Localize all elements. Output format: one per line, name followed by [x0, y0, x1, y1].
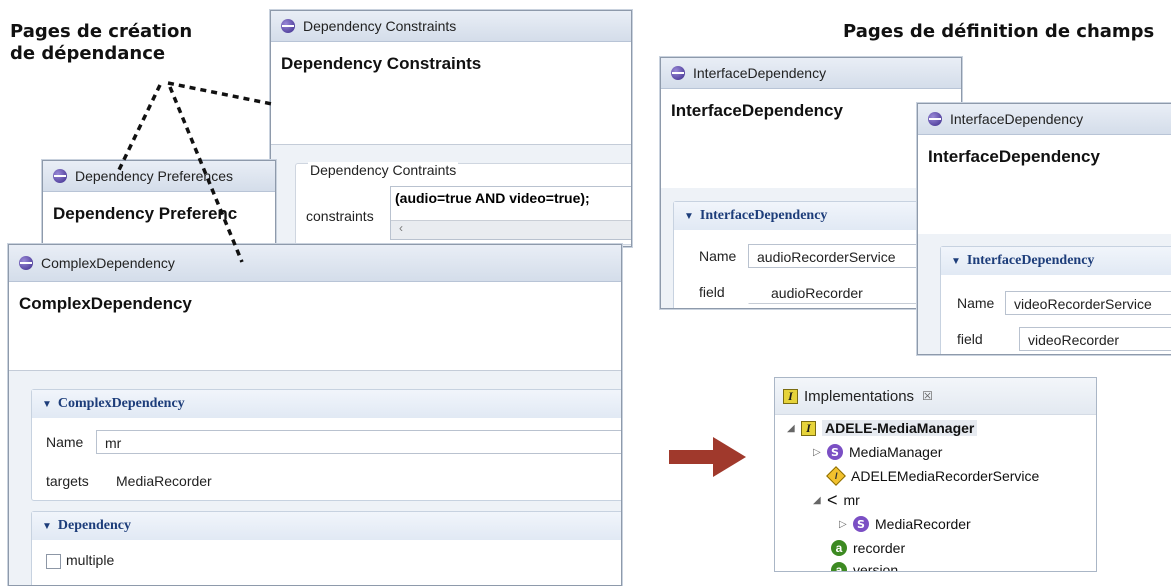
attribute-icon: a [831, 562, 847, 571]
caption-creation-pages: Pages de création de dépendance [10, 21, 193, 64]
section-header[interactable]: ▼ ComplexDependency [32, 390, 621, 418]
name-label: Name [957, 295, 995, 311]
page-title: ComplexDependency [19, 294, 192, 313]
collapse-triangle-icon[interactable]: ▼ [42, 521, 52, 532]
dependency-icon: < [827, 490, 838, 510]
collapsed-arrow-icon[interactable]: ▷ [839, 519, 853, 530]
interface-dependency-window-2: InterfaceDependency InterfaceDependency … [917, 103, 1171, 355]
tab-label: InterfaceDependency [693, 65, 827, 81]
pointer-line-preferences [116, 84, 162, 173]
eclipse-form-icon [19, 256, 33, 270]
field-input[interactable]: videoRecorder [1019, 327, 1171, 351]
tree-item-mediamanager[interactable]: ▷ S MediaManager [813, 444, 942, 460]
close-icon[interactable]: ☒ [922, 389, 933, 403]
group-label: Dependency Contraints [308, 162, 459, 178]
horizontal-scrollbar[interactable]: ‹ [391, 220, 631, 239]
interface-icon: I [826, 466, 846, 486]
interface-dependency-tab[interactable]: InterfaceDependency [661, 58, 961, 89]
page-title: InterfaceDependency [671, 101, 843, 120]
collapse-triangle-icon[interactable]: ▼ [42, 399, 52, 410]
interface-dependency-tab[interactable]: InterfaceDependency [918, 104, 1171, 135]
tree-item-adele-mediamanager[interactable]: ◢ I ADELE-MediaManager [787, 420, 978, 436]
field-label: field [699, 284, 725, 300]
targets-value[interactable]: MediaRecorder [116, 473, 212, 489]
name-label: Name [46, 434, 84, 450]
expanded-arrow-icon[interactable]: ◢ [813, 495, 827, 506]
field-label: field [957, 331, 983, 347]
tree-item-recorder[interactable]: a recorder [831, 540, 905, 556]
tree-item-label: version [853, 562, 899, 572]
complex-dependency-section: ▼ ComplexDependency Name mr targets Media… [31, 389, 621, 501]
interface-dependency-section: ▼ InterfaceDependency Name videoRecorderS… [940, 246, 1171, 354]
multiple-checkbox[interactable] [46, 554, 61, 569]
name-input[interactable]: videoRecorderService [1005, 291, 1171, 315]
tree-item-version[interactable]: a version [831, 562, 899, 572]
tree-item-mr[interactable]: ◢ < mr [813, 490, 860, 510]
name-label: Name [699, 248, 737, 264]
specification-icon: S [827, 444, 843, 460]
tab-label: ComplexDependency [41, 255, 175, 271]
constraints-label: constraints [306, 208, 374, 224]
complex-dependency-tab[interactable]: ComplexDependency [9, 245, 621, 282]
implementations-tab[interactable]: I Implementations ☒ [775, 378, 1096, 415]
eclipse-form-icon [928, 112, 942, 126]
eclipse-form-icon [281, 19, 295, 33]
collapsed-arrow-icon[interactable]: ▷ [813, 447, 827, 458]
collapse-triangle-icon[interactable]: ▼ [951, 256, 961, 267]
page-title: InterfaceDependency [928, 147, 1100, 166]
eclipse-form-icon [671, 66, 685, 80]
tree-item-label: mr [843, 492, 860, 508]
transition-arrow-icon [669, 437, 746, 477]
tree-item-label: recorder [853, 540, 906, 556]
name-input[interactable]: mr [96, 430, 621, 454]
scroll-left-arrow-icon[interactable]: ‹ [399, 221, 403, 235]
tree-item-adelemediarecorderservice[interactable]: I ADELEMediaRecorderService [826, 466, 1040, 486]
section-title: Dependency [57, 518, 132, 533]
expanded-arrow-icon[interactable]: ◢ [787, 423, 801, 434]
multiple-label: multiple [66, 552, 115, 568]
implementation-icon: I [783, 388, 798, 404]
tree-item-label: MediaManager [849, 444, 943, 460]
section-header[interactable]: ▼ InterfaceDependency [941, 247, 1171, 275]
attribute-icon: a [831, 540, 847, 556]
tab-label: Dependency Preferences [75, 168, 233, 184]
dependency-constraints-tab[interactable]: Dependency Constraints [271, 11, 631, 42]
tree-item-label: ADELE-MediaManager [822, 420, 978, 436]
section-title: InterfaceDependency [966, 253, 1095, 268]
tree-item-label: MediaRecorder [875, 516, 971, 532]
page-title: Dependency Preferenc [53, 204, 238, 223]
constraints-value: (audio=true AND video=true); [395, 190, 590, 206]
complex-dependency-window: ComplexDependency ComplexDependency ▼ Com… [8, 244, 622, 586]
tree-item-mediarecorder[interactable]: ▷ S MediaRecorder [839, 516, 971, 532]
collapse-triangle-icon[interactable]: ▼ [684, 211, 694, 222]
dependency-preferences-tab[interactable]: Dependency Preferences [43, 161, 275, 192]
pointer-line-constraints [167, 81, 273, 106]
section-title: InterfaceDependency [699, 208, 828, 223]
implementations-view: I Implementations ☒ ◢ I ADELE-MediaManag… [774, 377, 1097, 572]
constraints-group: Dependency Contraints constraints (audio… [295, 162, 631, 245]
section-header[interactable]: ▼ Dependency [32, 512, 621, 540]
constraints-input[interactable]: (audio=true AND video=true); ‹ [390, 186, 631, 240]
page-title: Dependency Constraints [281, 54, 482, 73]
dependency-constraints-window: Dependency Constraints Dependency Constr… [270, 10, 632, 247]
tab-label: InterfaceDependency [950, 111, 1084, 127]
implementation-icon: I [801, 420, 816, 436]
caption-definition-pages: Pages de définition de champs [843, 21, 1155, 42]
dependency-section: ▼ Dependency multiple [31, 511, 621, 585]
targets-label: targets [46, 473, 89, 489]
specification-icon: S [853, 516, 869, 532]
tab-label: Dependency Constraints [303, 18, 457, 34]
tree-item-label: ADELEMediaRecorderService [851, 468, 1040, 484]
eclipse-form-icon [53, 169, 67, 183]
section-title: ComplexDependency [57, 396, 185, 411]
tab-label: Implementations [804, 387, 915, 405]
